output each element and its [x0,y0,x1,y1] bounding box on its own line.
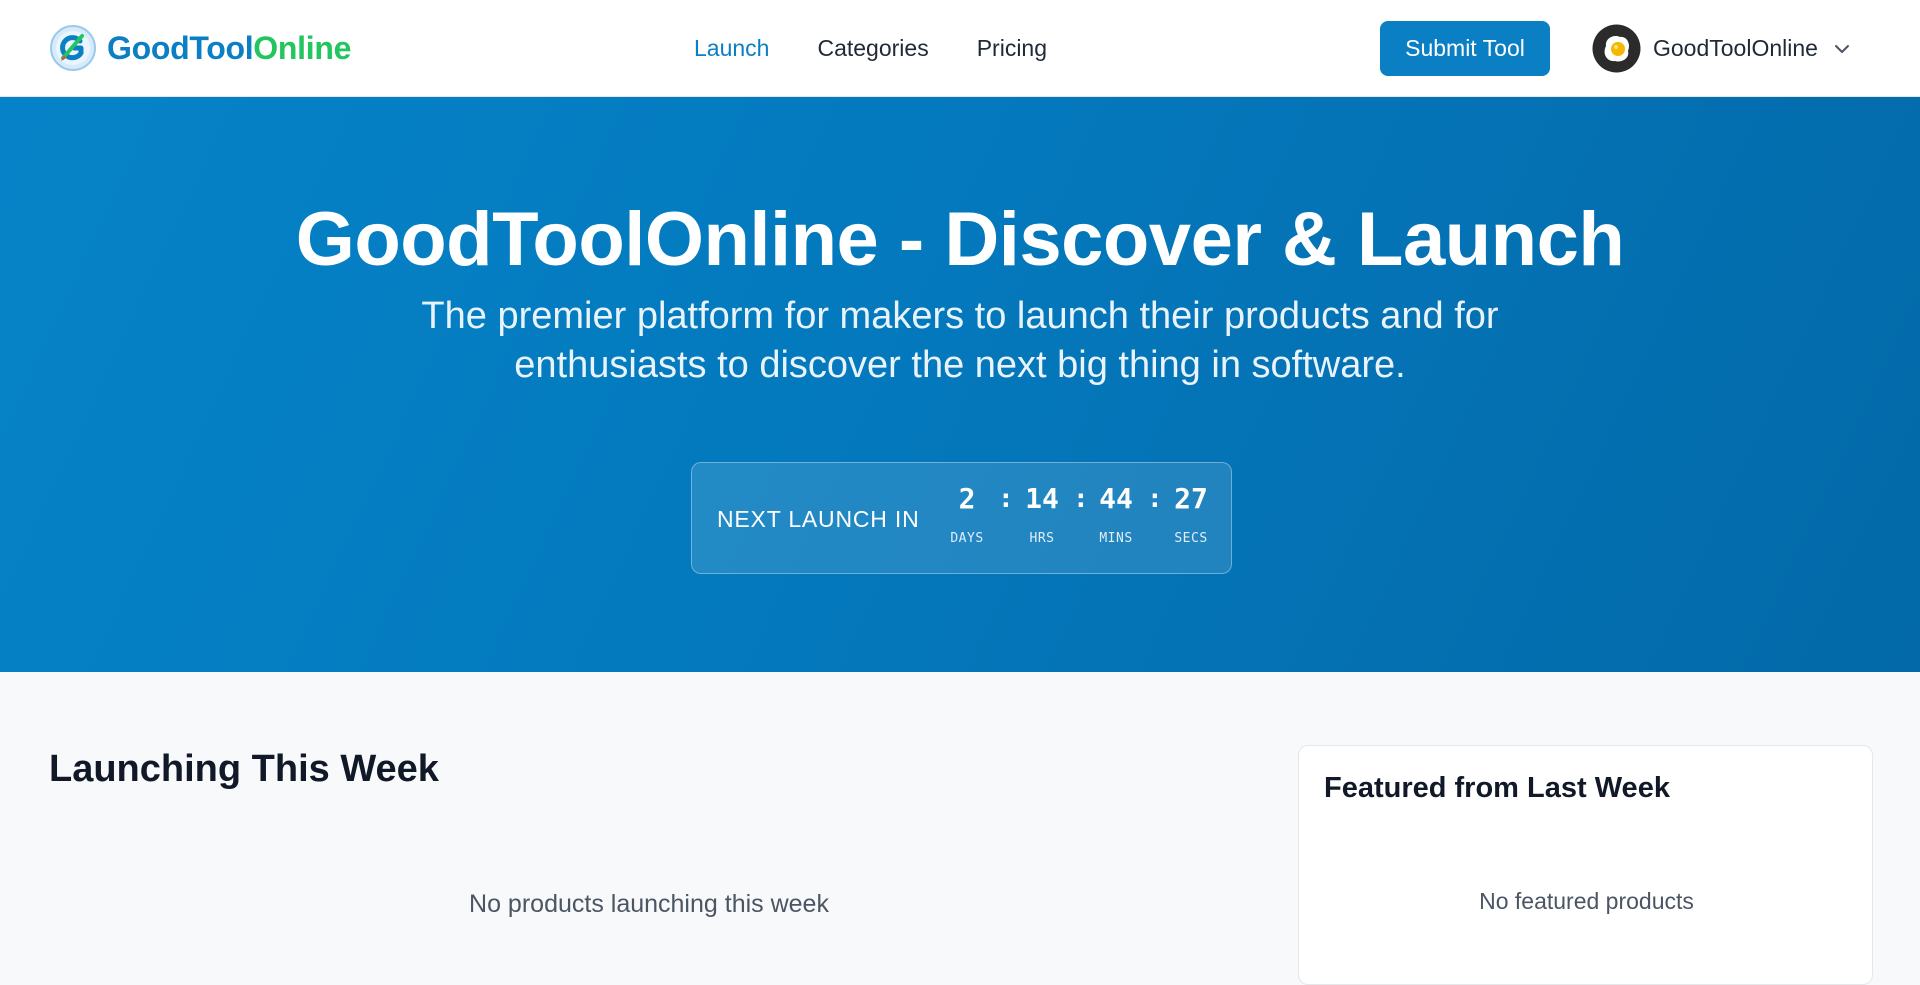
countdown-separator: : [998,484,1014,514]
logo-icon [50,25,96,71]
egg-avatar-icon [1592,24,1641,73]
hero-banner: GoodToolOnline - Discover & Launch The p… [0,97,1920,672]
launching-this-week-heading: Launching This Week [49,748,439,790]
nav-pricing-link[interactable]: Pricing [977,28,1047,68]
countdown-days-value: 2 [958,482,976,515]
nav-categories-link[interactable]: Categories [817,28,928,68]
logo-text-part2: Online [253,30,352,66]
logo-wordmark: GoodToolOnline [107,24,351,72]
main-nav: Launch Categories Pricing [694,28,1047,68]
user-name: GoodToolOnline [1653,35,1818,61]
launch-countdown: NEXT LAUNCH IN 2 DAYS : 14 HRS : 44 MINS… [691,462,1232,574]
countdown-seconds-label: SECS [1174,531,1208,546]
launching-empty-message: No products launching this week [469,890,829,918]
countdown-hours: 14 HRS [1012,479,1072,546]
countdown-seconds-value: 27 [1174,482,1208,515]
hero-title: GoodToolOnline - Discover & Launch [295,197,1625,282]
submit-tool-button[interactable]: Submit Tool [1380,21,1550,76]
countdown-hours-value: 14 [1025,482,1059,515]
top-navbar: GoodToolOnline Launch Categories Pricing… [0,0,1920,97]
countdown-label: NEXT LAUNCH IN [717,506,920,532]
featured-empty-message: No featured products [1479,888,1694,914]
nav-launch-link[interactable]: Launch [694,28,769,68]
logo-text-part1: GoodTool [107,30,254,66]
countdown-separator: : [1073,484,1089,514]
featured-heading: Featured from Last Week [1324,772,1670,804]
countdown-hours-label: HRS [1029,531,1055,546]
countdown-seconds: 27 SECS [1161,479,1221,546]
chevron-down-icon [1834,44,1849,53]
site-logo[interactable]: GoodToolOnline [49,24,351,72]
countdown-separator: : [1147,484,1163,514]
countdown-days: 2 DAYS [937,479,997,546]
countdown-minutes: 44 MINS [1086,479,1146,546]
countdown-minutes-value: 44 [1099,482,1133,515]
user-menu[interactable]: GoodToolOnline [1592,24,1852,73]
featured-last-week-card: Featured from Last Week No featured prod… [1298,745,1873,985]
hero-subtitle: The premier platform for makers to launc… [421,295,1499,386]
countdown-days-label: DAYS [950,531,984,546]
countdown-minutes-label: MINS [1099,531,1133,546]
